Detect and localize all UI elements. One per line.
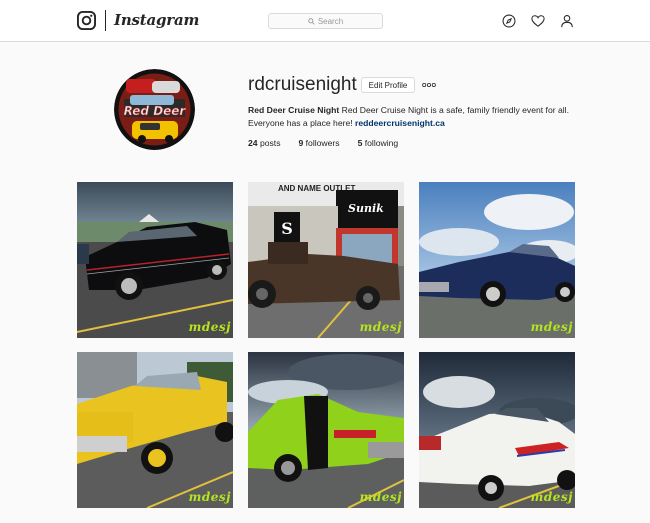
- followers-count[interactable]: 9 followers: [299, 138, 340, 148]
- ellipsis-icon[interactable]: [422, 80, 436, 90]
- search-icon: [308, 17, 315, 25]
- posts-count: 24 posts: [248, 138, 281, 148]
- edit-profile-button[interactable]: Edit Profile: [361, 77, 415, 93]
- profile-username: rdcruisenight: [248, 74, 357, 95]
- person-icon[interactable]: [560, 14, 574, 28]
- instagram-wordmark[interactable]: Instagram: [114, 11, 199, 29]
- bio-website-link[interactable]: reddeercruisenight.ca: [355, 118, 445, 128]
- post-watermark: mdesj: [359, 320, 402, 334]
- post-thumbnail[interactable]: mdesj: [248, 352, 404, 508]
- search-placeholder: Search: [317, 16, 344, 26]
- logo-divider: [105, 10, 106, 31]
- instagram-camera-icon[interactable]: [77, 11, 96, 30]
- profile-stats: 24 posts 9 followers 5 following: [248, 138, 416, 148]
- post-thumbnail[interactable]: AND NAME OUTLET Sunik S mdesj: [248, 182, 404, 338]
- following-count[interactable]: 5 following: [358, 138, 399, 148]
- post-watermark: mdesj: [188, 320, 231, 334]
- top-navigation-bar: Instagram Search: [0, 0, 650, 42]
- post-thumbnail[interactable]: mdesj: [77, 352, 233, 508]
- svg-text:Red Deer: Red Deer: [124, 104, 187, 118]
- post-watermark: mdesj: [359, 490, 402, 504]
- bio-full-name: Red Deer Cruise Night: [248, 105, 340, 115]
- post-thumbnail[interactable]: mdesj: [77, 182, 233, 338]
- post-thumbnail[interactable]: mdesj: [419, 352, 575, 508]
- search-input[interactable]: Search: [268, 13, 383, 29]
- profile-avatar[interactable]: Red Deer: [114, 69, 195, 150]
- compass-icon[interactable]: [502, 14, 516, 28]
- store-sign-text: Sunik: [348, 202, 384, 215]
- profile-bio: Red Deer Cruise Night Red Deer Cruise Ni…: [248, 104, 588, 130]
- post-thumbnail[interactable]: mdesj: [419, 182, 575, 338]
- heart-icon[interactable]: [531, 14, 545, 28]
- post-watermark: mdesj: [188, 490, 231, 504]
- post-watermark: mdesj: [530, 490, 573, 504]
- svg-text:S: S: [281, 219, 293, 238]
- post-watermark: mdesj: [530, 320, 573, 334]
